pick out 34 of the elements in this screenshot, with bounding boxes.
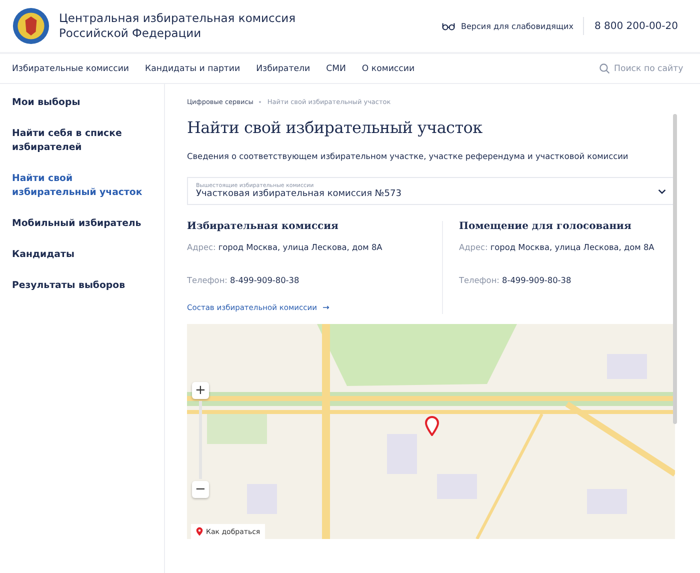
- hotline-phone: 8 800 200-00-20: [594, 20, 678, 32]
- glasses-icon: [442, 22, 456, 30]
- sidebar-item[interactable]: Найти себя в списке избирателей: [12, 127, 157, 155]
- phone-text: Телефон: 8-499-909-80-38: [187, 275, 300, 285]
- page-title: Найти свой избирательный участок: [187, 118, 484, 137]
- search-field[interactable]: Поиск по сайту: [599, 63, 688, 74]
- section-heading: Помещение для голосования: [459, 221, 632, 232]
- emblem-icon: [12, 7, 50, 45]
- nav-link[interactable]: Избиратели: [256, 64, 310, 74]
- page-description: Сведения о соответствующем избирательном участке, участке референдума и участковой комиссии: [187, 151, 630, 161]
- breadcrumb-separator: [259, 101, 262, 103]
- scrollbar[interactable]: [673, 114, 677, 424]
- sidebar-item[interactable]: Кандидаты: [12, 248, 157, 262]
- zoom-in-button[interactable]: +: [192, 382, 209, 399]
- nav-link[interactable]: Избирательные комиссии: [12, 64, 130, 74]
- sidebar-item[interactable]: Мои выборы: [12, 96, 157, 110]
- sidebar-item[interactable]: Результаты выборов: [12, 279, 157, 293]
- nav-link[interactable]: СМИ: [326, 64, 346, 74]
- pin-icon: [196, 527, 203, 536]
- section-heading: Избирательная комиссия: [187, 221, 340, 232]
- address-text: Адрес: город Москва, улица Лескова, дом 8А: [459, 242, 656, 252]
- search-icon: [599, 63, 610, 74]
- accessibility-link[interactable]: Версия для слабовидящих: [442, 22, 574, 30]
- nav-link[interactable]: О комиссии: [362, 64, 415, 74]
- phone-text: Телефон: 8-499-909-80-38: [459, 275, 572, 285]
- nav-link[interactable]: Кандидаты и партии: [145, 64, 240, 74]
- location-pin-icon: [425, 416, 439, 436]
- sidebar-item[interactable]: Найти свой избирательный участок: [12, 172, 157, 200]
- organization-title: Центральная избирательная комиссия Российской Федерации: [59, 11, 297, 41]
- chevron-down-icon: [658, 188, 666, 194]
- address-text: Адрес: город Москва, улица Лескова, дом 8А: [187, 242, 384, 252]
- sidebar-item[interactable]: Мобильный избиратель: [12, 217, 157, 231]
- zoom-out-button[interactable]: −: [192, 481, 209, 498]
- arrow-right-icon: [323, 305, 330, 310]
